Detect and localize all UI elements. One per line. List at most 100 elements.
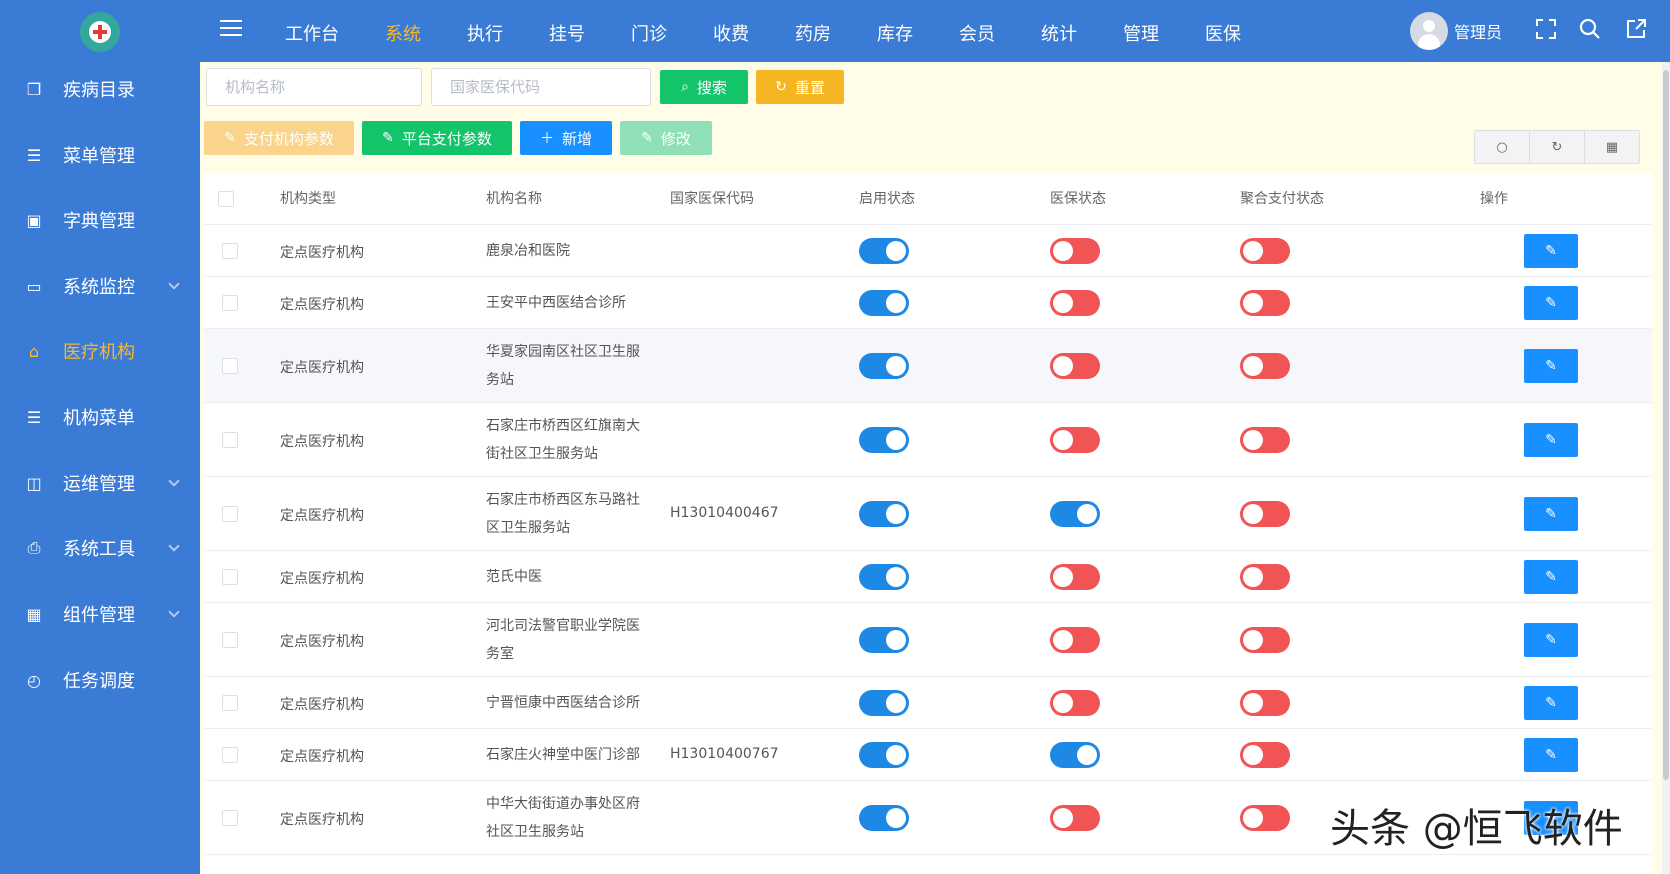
insurance-code-input[interactable]	[431, 68, 651, 106]
enabled-switch[interactable]	[859, 627, 909, 653]
cell-type: 定点医疗机构	[280, 434, 364, 450]
sidebar-item[interactable]: ❐ 疾病目录	[0, 64, 200, 114]
select-all-checkbox[interactable]	[218, 191, 234, 207]
platform-pay-params-button[interactable]: ✎ 平台支付参数	[362, 121, 512, 155]
sidebar-item[interactable]: ☰ 机构菜单	[0, 392, 200, 442]
agg-pay-switch[interactable]	[1240, 353, 1290, 379]
agg-pay-switch[interactable]	[1240, 690, 1290, 716]
topnav-item[interactable]: 统计	[1041, 0, 1077, 62]
enabled-switch[interactable]	[859, 805, 909, 831]
topnav-item[interactable]: 执行	[467, 0, 503, 62]
row-checkbox[interactable]	[222, 810, 238, 826]
insurance-switch[interactable]	[1050, 290, 1100, 316]
row-edit-button[interactable]: ✎	[1524, 497, 1578, 531]
enabled-switch[interactable]	[859, 353, 909, 379]
sidebar-item[interactable]: ▦ 组件管理	[0, 589, 200, 639]
enabled-switch[interactable]	[859, 742, 909, 768]
enabled-switch[interactable]	[859, 290, 909, 316]
row-checkbox[interactable]	[222, 747, 238, 763]
topnav-item[interactable]: 工作台	[285, 0, 339, 62]
row-checkbox[interactable]	[222, 506, 238, 522]
row-checkbox[interactable]	[222, 243, 238, 259]
agg-pay-switch[interactable]	[1240, 501, 1290, 527]
enabled-switch[interactable]	[859, 501, 909, 527]
insurance-switch[interactable]	[1050, 690, 1100, 716]
agg-pay-switch[interactable]	[1240, 627, 1290, 653]
org-name-input[interactable]	[206, 68, 422, 106]
row-edit-button[interactable]: ✎	[1524, 738, 1578, 772]
agg-pay-switch[interactable]	[1240, 805, 1290, 831]
topnav-item[interactable]: 门诊	[631, 0, 667, 62]
table-row[interactable]: 定点医疗机构 鹿泉冶和医院 ✎	[204, 225, 1652, 277]
sidebar-item[interactable]: ◫ 运维管理	[0, 458, 200, 508]
row-edit-button[interactable]: ✎	[1524, 349, 1578, 383]
add-button[interactable]: ＋新增	[520, 121, 612, 155]
row-edit-button[interactable]: ✎	[1524, 560, 1578, 594]
insurance-switch[interactable]	[1050, 742, 1100, 768]
scrollbar[interactable]	[1662, 62, 1670, 874]
table-row[interactable]: 定点医疗机构 石家庄火神堂中医门诊部 H13010400767 ✎	[204, 729, 1652, 781]
row-edit-button[interactable]: ✎	[1524, 686, 1578, 720]
row-checkbox[interactable]	[222, 632, 238, 648]
topnav-item[interactable]: 药房	[795, 0, 831, 62]
table-row[interactable]: 定点医疗机构 石家庄市桥西区红旗南大 街社区卫生服务站 ✎	[204, 403, 1652, 477]
search-button[interactable]: ⌕ 搜索	[660, 70, 748, 104]
sidebar-item[interactable]: ◴ 任务调度	[0, 655, 200, 705]
edit-button[interactable]: ✎ 修改	[620, 121, 712, 155]
insurance-switch[interactable]	[1050, 427, 1100, 453]
insurance-switch[interactable]	[1050, 238, 1100, 264]
search-icon[interactable]	[1578, 18, 1602, 42]
sidebar-item[interactable]: ⌂ 医疗机构	[0, 326, 200, 376]
row-checkbox[interactable]	[222, 295, 238, 311]
insurance-switch[interactable]	[1050, 353, 1100, 379]
row-checkbox[interactable]	[222, 695, 238, 711]
row-checkbox[interactable]	[222, 432, 238, 448]
table-row[interactable]: 定点医疗机构 王安平中西医结合诊所 ✎	[204, 277, 1652, 329]
agg-pay-switch[interactable]	[1240, 742, 1290, 768]
insurance-switch[interactable]	[1050, 805, 1100, 831]
search-toggle-icon[interactable]: ○	[1475, 131, 1530, 163]
refresh-icon[interactable]: ↻	[1530, 131, 1585, 163]
table-row[interactable]: 定点医疗机构 石家庄市桥西区东马路社 区卫生服务站 H13010400467 ✎	[204, 477, 1652, 551]
topnav-item[interactable]: 收费	[713, 0, 749, 62]
row-edit-button[interactable]: ✎	[1524, 286, 1578, 320]
enabled-switch[interactable]	[859, 427, 909, 453]
topnav-item[interactable]: 库存	[877, 0, 913, 62]
topnav-item[interactable]: 挂号	[549, 0, 585, 62]
columns-grid-icon[interactable]: ▦	[1585, 131, 1639, 163]
table-row[interactable]: 定点医疗机构 范氏中医 ✎	[204, 551, 1652, 603]
enabled-switch[interactable]	[859, 690, 909, 716]
row-edit-button[interactable]: ✎	[1524, 423, 1578, 457]
row-edit-button[interactable]: ✎	[1524, 623, 1578, 657]
fullscreen-icon[interactable]	[1534, 18, 1558, 42]
cell-name-line: 鹿泉冶和医院	[486, 243, 570, 259]
menu-toggle-icon[interactable]	[220, 20, 242, 38]
enabled-switch[interactable]	[859, 238, 909, 264]
sidebar-item[interactable]: ▭ 系统监控	[0, 261, 200, 311]
external-link-icon[interactable]	[1624, 18, 1648, 42]
insurance-switch[interactable]	[1050, 501, 1100, 527]
agg-pay-switch[interactable]	[1240, 290, 1290, 316]
sidebar-item[interactable]: ⎙ 系统工具	[0, 523, 200, 573]
row-checkbox[interactable]	[222, 358, 238, 374]
topnav-item[interactable]: 会员	[959, 0, 995, 62]
topnav-item[interactable]: 系统	[385, 0, 421, 62]
row-checkbox[interactable]	[222, 569, 238, 585]
enabled-switch[interactable]	[859, 564, 909, 590]
pay-org-params-button[interactable]: ✎ 支付机构参数	[204, 121, 354, 155]
sidebar-item[interactable]: ▣ 字典管理	[0, 195, 200, 245]
insurance-switch[interactable]	[1050, 564, 1100, 590]
topnav-item[interactable]: 管理	[1123, 0, 1159, 62]
row-edit-button[interactable]: ✎	[1524, 234, 1578, 268]
agg-pay-switch[interactable]	[1240, 238, 1290, 264]
reset-button[interactable]: ↻ 重置	[756, 70, 844, 104]
user-menu[interactable]: 管理员	[1410, 12, 1502, 50]
table-row[interactable]: 定点医疗机构 宁晋恒康中西医结合诊所 ✎	[204, 677, 1652, 729]
agg-pay-switch[interactable]	[1240, 427, 1290, 453]
sidebar-item[interactable]: ☰ 菜单管理	[0, 130, 200, 180]
insurance-switch[interactable]	[1050, 627, 1100, 653]
table-row[interactable]: 定点医疗机构 华夏家园南区社区卫生服 务站 ✎	[204, 329, 1652, 403]
agg-pay-switch[interactable]	[1240, 564, 1290, 590]
table-row[interactable]: 定点医疗机构 河北司法警官职业学院医 务室 ✎	[204, 603, 1652, 677]
topnav-item[interactable]: 医保	[1205, 0, 1241, 62]
